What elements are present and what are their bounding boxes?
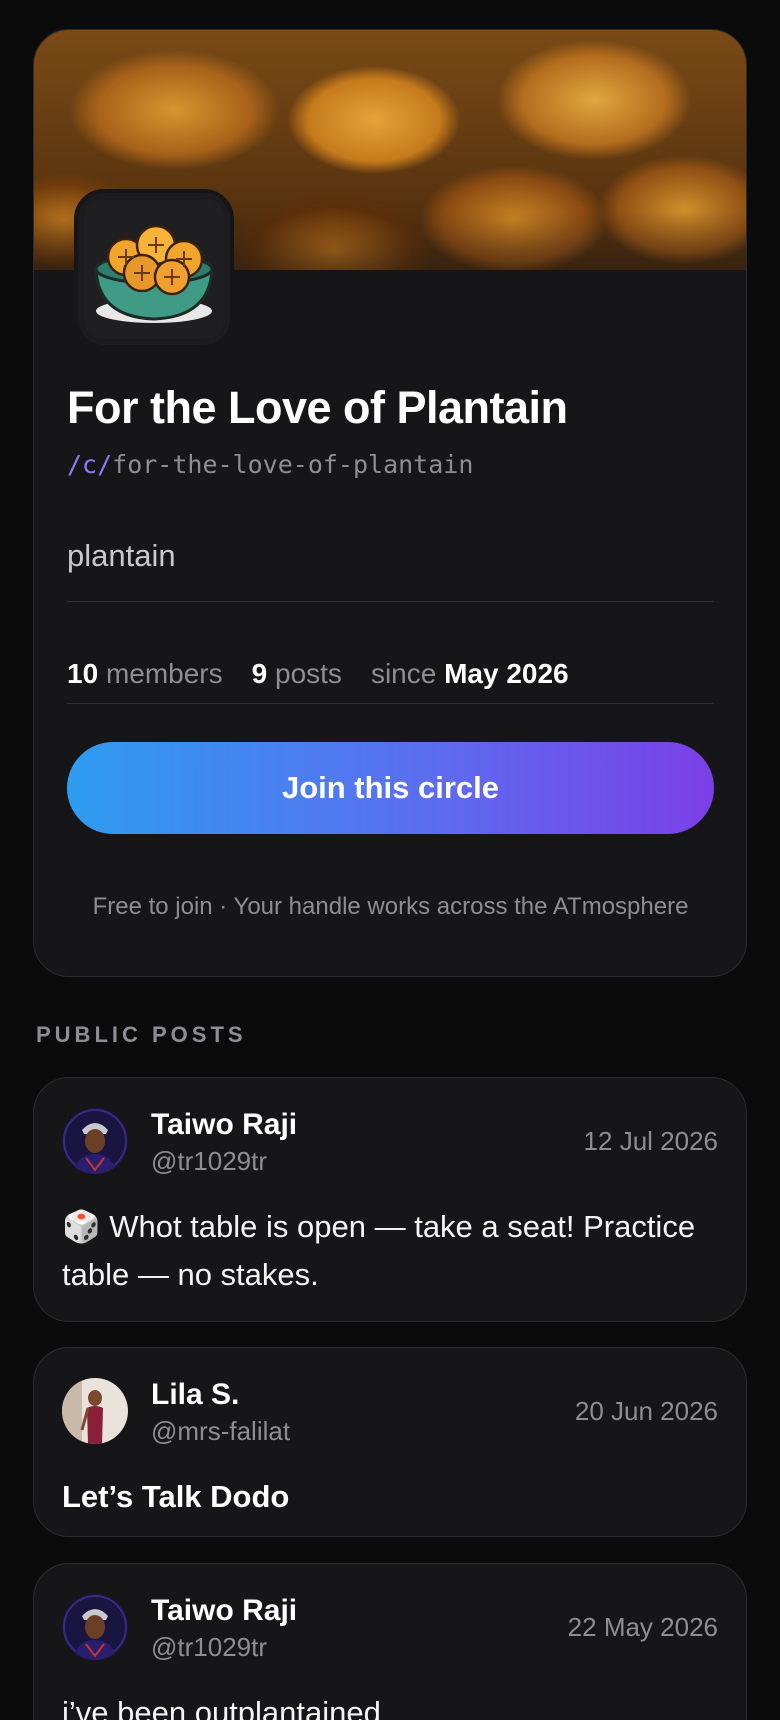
avatar[interactable]	[62, 1378, 128, 1444]
community-title: For the Love of Plantain	[67, 382, 568, 433]
community-avatar	[74, 189, 234, 349]
post-body: 🎲 Whot table is open — take a seat! Prac…	[62, 1209, 696, 1292]
join-note: Free to join · Your handle works across …	[92, 893, 689, 920]
members-stat: 10 members	[67, 658, 223, 690]
community-stats: 10 members 9 posts since May 2026	[67, 658, 569, 690]
members-label: members	[105, 658, 223, 689]
user-avatar-icon	[62, 1108, 128, 1174]
divider	[67, 703, 714, 704]
post-author[interactable]: Lila S.	[151, 1378, 239, 1412]
post-handle[interactable]: @tr1029tr	[151, 1632, 267, 1663]
join-circle-button[interactable]: Join this circle	[67, 742, 714, 834]
section-title: PUBLIC POSTS	[36, 1022, 247, 1047]
slug-value: for-the-love-of-plantain	[112, 450, 474, 479]
divider	[67, 601, 714, 602]
members-count: 10	[67, 658, 99, 689]
post-author[interactable]: Taiwo Raji	[151, 1594, 297, 1628]
since-stat: since May 2026	[371, 658, 569, 690]
user-avatar-icon	[62, 1594, 128, 1660]
post-card[interactable]: Taiwo Raji @tr1029tr 12 Jul 2026 🎲 Whot …	[33, 1077, 747, 1322]
avatar[interactable]	[62, 1108, 128, 1174]
community-slug: /c/for-the-love-of-plantain	[67, 450, 473, 479]
post-card[interactable]: Taiwo Raji @tr1029tr 22 May 2026 i’ve be…	[33, 1563, 747, 1720]
community-description: plantain	[67, 538, 176, 573]
posts-label: posts	[275, 658, 342, 689]
post-date: 12 Jul 2026	[583, 1126, 718, 1156]
since-label: since	[370, 658, 437, 689]
post-author[interactable]: Taiwo Raji	[151, 1108, 297, 1142]
user-avatar-icon	[62, 1378, 128, 1444]
community-card: For the Love of Plantain /c/for-the-love…	[33, 29, 747, 977]
avatar[interactable]	[62, 1594, 128, 1660]
plantain-bowl-icon	[84, 199, 224, 339]
slug-prefix: /c/	[67, 450, 113, 479]
post-date: 22 May 2026	[567, 1612, 718, 1642]
post-title: Let’s Talk Dodo	[62, 1479, 290, 1514]
posts-count: 9	[251, 658, 268, 689]
post-handle[interactable]: @tr1029tr	[151, 1146, 267, 1177]
post-card[interactable]: Lila S. @mrs-falilat 20 Jun 2026 Let’s T…	[33, 1347, 747, 1537]
post-body: i’ve been outplantained	[62, 1695, 381, 1720]
post-handle[interactable]: @mrs-falilat	[151, 1416, 290, 1447]
post-date: 20 Jun 2026	[574, 1396, 718, 1426]
posts-stat: 9 posts	[252, 658, 342, 690]
since-value: May 2026	[444, 658, 569, 689]
